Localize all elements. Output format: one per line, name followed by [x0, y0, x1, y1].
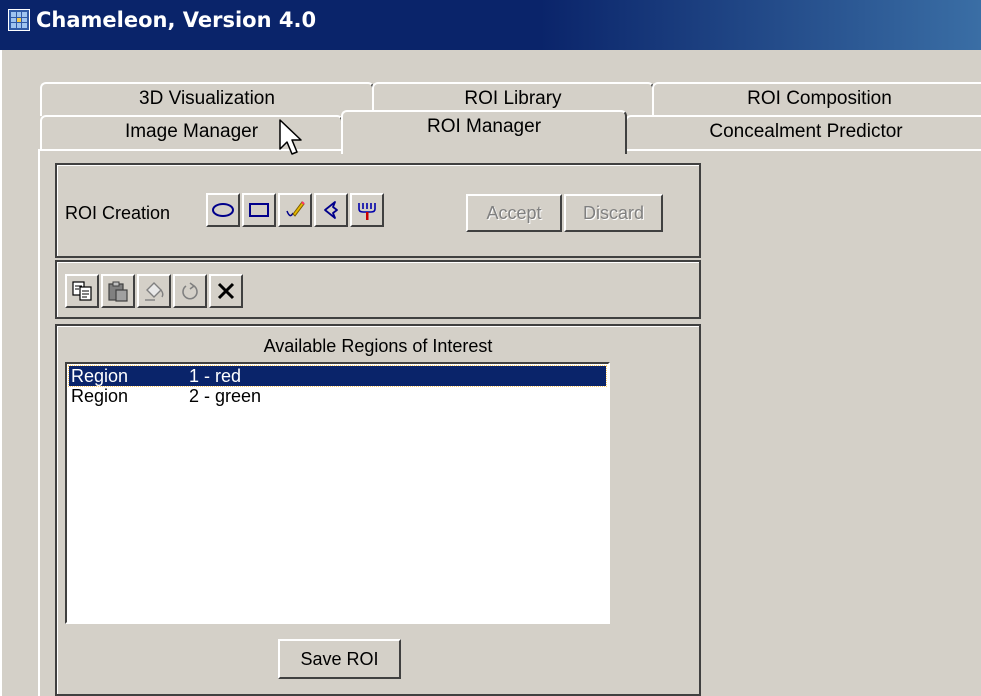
window-title: Chameleon, Version 4.0 — [36, 8, 317, 32]
tab-roi-composition[interactable]: ROI Composition — [652, 82, 981, 116]
region-name: Region — [71, 386, 129, 406]
ellipse-tool-button[interactable] — [206, 193, 240, 227]
fill-icon — [145, 282, 164, 301]
freeform-tool-button[interactable] — [314, 193, 348, 227]
regions-listbox[interactable]: Region 1 - red Region 2 - green — [65, 362, 610, 624]
rectangle-tool-button[interactable] — [242, 193, 276, 227]
fill-button[interactable] — [137, 274, 171, 308]
region-name: Region — [71, 366, 129, 386]
list-item[interactable]: Region 1 - red — [68, 365, 607, 387]
app-icon[interactable] — [8, 9, 30, 31]
title-bar: Chameleon, Version 4.0 — [0, 0, 981, 50]
region-id: 1 - red — [189, 366, 242, 386]
delete-icon — [217, 282, 235, 300]
mouse-cursor-icon — [279, 119, 302, 155]
paste-icon — [108, 281, 128, 302]
roi-creation-label: ROI Creation — [65, 203, 171, 223]
tab-roi-manager[interactable]: ROI Manager — [341, 110, 627, 154]
discard-button[interactable]: Discard — [564, 194, 663, 232]
freeform-icon — [324, 201, 338, 219]
ellipse-icon — [212, 203, 234, 217]
tab-3d-visualization[interactable]: 3D Visualization — [40, 82, 374, 116]
save-roi-button[interactable]: Save ROI — [278, 639, 401, 679]
roi-creation-group: ROI Creation Accept Discard — [55, 163, 701, 258]
pencil-icon — [286, 201, 305, 217]
pencil-tool-button[interactable] — [278, 193, 312, 227]
undo-button[interactable] — [173, 274, 207, 308]
list-item[interactable]: Region 2 - green — [69, 386, 606, 406]
delete-button[interactable] — [209, 274, 243, 308]
regions-heading: Available Regions of Interest — [263, 336, 493, 356]
regions-group: Available Regions of Interest Region 1 -… — [55, 324, 701, 696]
copy-icon — [72, 281, 92, 301]
edit-toolbar-group — [55, 260, 701, 319]
region-id: 2 - green — [189, 386, 262, 406]
copy-button[interactable] — [65, 274, 99, 308]
paste-button[interactable] — [101, 274, 135, 308]
magic-wand-tool-button[interactable] — [350, 193, 384, 227]
rectangle-icon — [249, 203, 269, 217]
tab-concealment-predictor[interactable]: Concealment Predictor — [625, 115, 981, 149]
magic-wand-icon — [358, 203, 376, 220]
undo-icon — [182, 282, 198, 300]
accept-button[interactable]: Accept — [466, 194, 562, 232]
